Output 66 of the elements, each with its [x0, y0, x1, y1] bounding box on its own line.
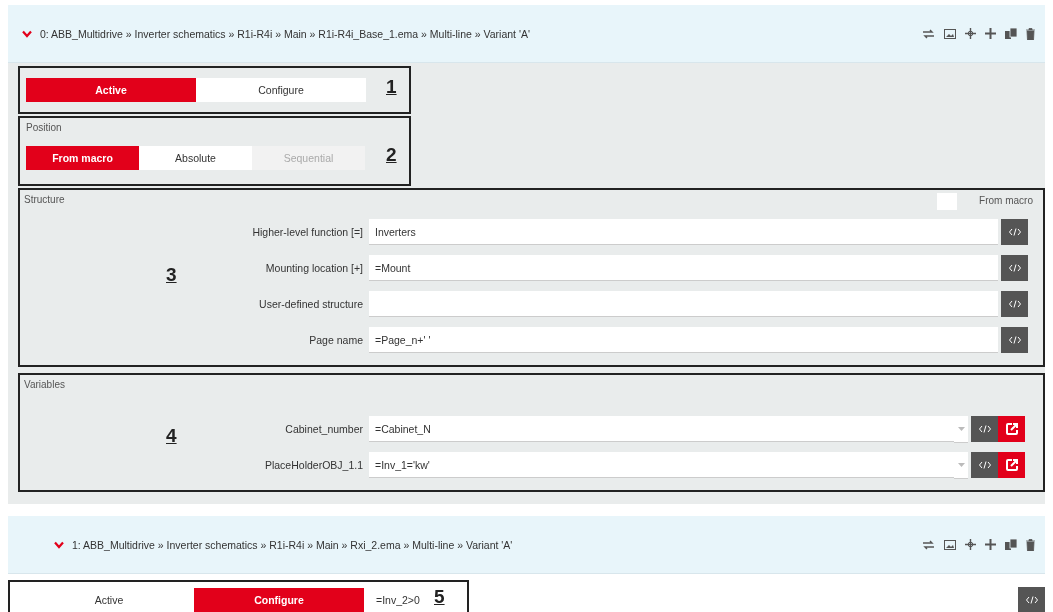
dropdown-arrow-icon	[957, 462, 965, 467]
annotation-number: 2	[386, 144, 397, 166]
section-header[interactable]: 0: ABB_Multidrive » Inverter schematics » R1i-R4i » Main » R1i-R4i_Base_1.ema » Multi-line » Variant 'A'	[8, 5, 1045, 63]
checkbox-label: From macro	[979, 195, 1033, 206]
code-icon	[978, 425, 991, 433]
section-title: Structure	[23, 193, 66, 207]
field-label: Higher-level function [=]	[251, 226, 364, 238]
field-label: Cabinet_number	[284, 423, 364, 435]
section-title: Position	[26, 121, 63, 135]
annotation-number: 5	[434, 586, 445, 608]
export-icon	[1005, 423, 1018, 435]
swap-icon[interactable]	[922, 539, 935, 550]
position-tab[interactable]: From macro	[26, 146, 139, 170]
text-field[interactable]: =Page_n+' '	[369, 327, 998, 353]
image-icon[interactable]	[944, 28, 956, 39]
mode-tab[interactable]: Active	[26, 78, 196, 102]
plus-icon[interactable]	[985, 539, 996, 550]
export-button[interactable]	[998, 452, 1025, 478]
image-icon[interactable]	[944, 539, 956, 550]
mode-tab[interactable]: Configure	[194, 588, 364, 612]
variable-field[interactable]: =Cabinet_N	[369, 416, 954, 442]
mode-tab[interactable]: Configure	[196, 78, 366, 102]
section-title: Variables	[23, 378, 66, 392]
trash-icon[interactable]	[1026, 27, 1035, 40]
plus-icon[interactable]	[985, 28, 996, 39]
dropdown-toggle[interactable]	[954, 451, 968, 479]
export-icon	[1005, 459, 1018, 471]
code-icon	[1008, 228, 1021, 236]
code-button[interactable]	[1001, 327, 1028, 353]
variable-field[interactable]: =Inv_1='kw'	[369, 452, 954, 478]
text-field[interactable]: Inverters	[369, 219, 998, 245]
crosshair-icon[interactable]	[965, 28, 976, 39]
swap-icon[interactable]	[922, 28, 935, 39]
code-icon	[1025, 596, 1038, 604]
field-label: PlaceHolderOBJ_1.1	[263, 459, 364, 471]
dropdown-arrow-icon	[957, 426, 965, 431]
section-header[interactable]: 1: ABB_Multidrive » Inverter schematics » R1i-R4i » Main » Rxi_2.ema » Multi-line » Variant 'A'	[8, 516, 1045, 574]
field-label: User-defined structure	[258, 298, 364, 310]
position-tab[interactable]: Absolute	[139, 146, 252, 170]
chevron-icon[interactable]	[54, 540, 64, 549]
code-icon	[978, 461, 991, 469]
chevron-icon[interactable]	[22, 29, 32, 38]
field-label: Mounting location [+]	[264, 262, 364, 274]
copy-icon[interactable]	[1005, 539, 1017, 550]
annotation-number: 4	[166, 425, 177, 447]
breadcrumb-path: 0: ABB_Multidrive » Inverter schematics » R1i-R4i » Main » R1i-R4i_Base_1.ema » Multi-line » Variant 'A'	[40, 27, 531, 40]
dropdown-toggle[interactable]	[954, 415, 968, 443]
copy-icon[interactable]	[1005, 28, 1017, 39]
trash-icon[interactable]	[1026, 538, 1035, 551]
code-icon	[1008, 336, 1021, 344]
crosshair-icon[interactable]	[965, 539, 976, 550]
code-button[interactable]	[1001, 291, 1028, 317]
export-button[interactable]	[998, 416, 1025, 442]
code-button[interactable]	[1001, 255, 1028, 281]
text-field[interactable]	[369, 291, 998, 317]
annotation-number: 1	[386, 76, 397, 98]
code-button[interactable]	[971, 452, 998, 478]
text-field[interactable]: =Mount	[369, 255, 998, 281]
code-button[interactable]	[1001, 219, 1028, 245]
code-button[interactable]	[1018, 587, 1045, 612]
breadcrumb-path: 1: ABB_Multidrive » Inverter schematics » R1i-R4i » Main » Rxi_2.ema » Multi-line » Variant 'A'	[72, 538, 514, 551]
annotation-number: 3	[166, 264, 177, 286]
code-icon	[1008, 264, 1021, 272]
field-label: Page name	[308, 334, 364, 346]
code-button[interactable]	[971, 416, 998, 442]
code-icon	[1008, 300, 1021, 308]
